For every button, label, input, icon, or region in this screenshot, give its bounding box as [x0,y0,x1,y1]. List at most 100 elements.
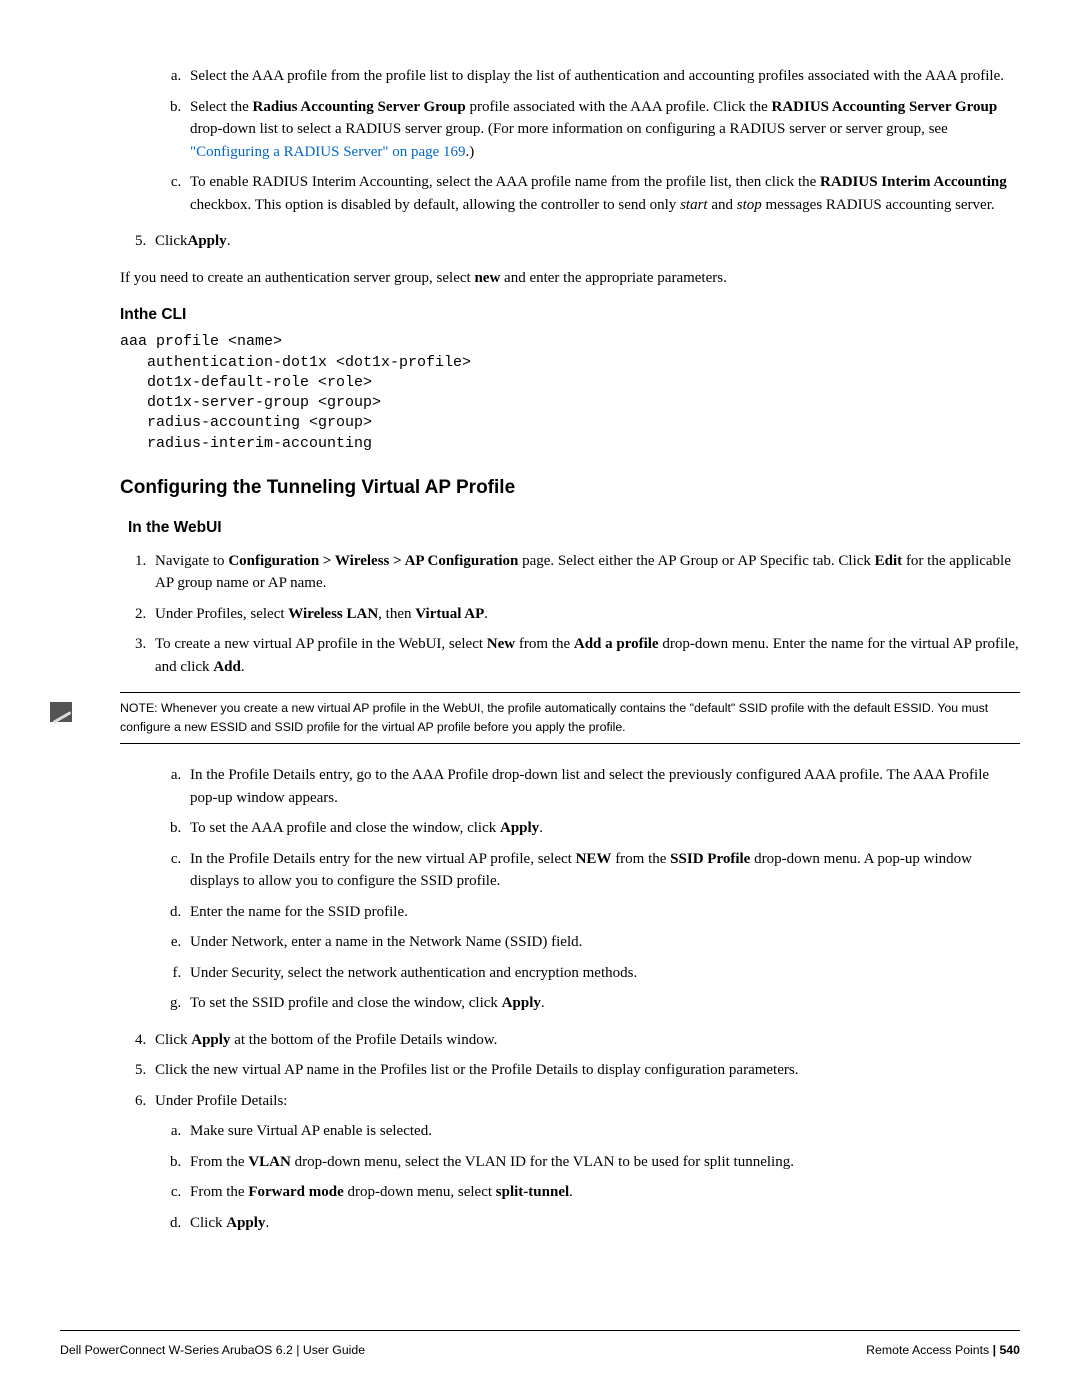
webui-substeps-1: In the Profile Details entry, go to the … [120,764,1020,1015]
t: Configuration > Wireless > AP Configurat… [228,553,518,569]
link-configuring-radius[interactable]: "Configuring a RADIUS Server" on page 16… [190,144,466,160]
t: split-tunnel [496,1184,569,1200]
t: page. Select either the AP Group or AP S… [518,553,874,569]
t: To create a new virtual AP profile in th… [155,636,487,652]
t: Apply [502,995,541,1011]
webui-step-4: Click Apply at the bottom of the Profile… [150,1029,1020,1052]
t: stop [737,197,762,213]
pencil-icon [50,702,72,722]
t: Remote Access Points [866,1343,992,1357]
t: To enable RADIUS Interim Accounting, sel… [190,174,820,190]
sub-e: Under Network, enter a name in the Netwo… [185,931,1020,954]
t: | [293,1343,303,1357]
sub-f: Under Security, select the network authe… [185,962,1020,985]
sub-g: To set the SSID profile and close the wi… [185,992,1020,1015]
t: From the [190,1154,248,1170]
t: To set the SSID profile and close the wi… [190,995,502,1011]
t: New [487,636,515,652]
sub-a: In the Profile Details entry, go to the … [185,764,1020,809]
t: To set the AAA profile and close the win… [190,820,500,836]
page-content: Select the AAA profile from the profile … [120,65,1020,1234]
t: from the [515,636,574,652]
t: NEW [576,851,612,867]
webui-step-6: Under Profile Details: [150,1090,1020,1113]
webui-substeps-6: Make sure Virtual AP enable is selected.… [120,1120,1020,1234]
sub6-d: Click Apply. [185,1212,1020,1235]
step-b: Select the Radius Accounting Server Grou… [185,96,1020,164]
text: Select the AAA profile from the profile … [190,68,1004,84]
t: . [569,1184,573,1200]
step-a: Select the AAA profile from the profile … [185,65,1020,88]
note-box: NOTE: Whenever you create a new virtual … [120,692,1020,744]
t: . [541,995,545,1011]
t: drop-down menu, select the VLAN ID for t… [291,1154,794,1170]
t: VLAN [248,1154,291,1170]
footer-left: Dell PowerConnect W-Series ArubaOS 6.2 |… [60,1341,365,1359]
webui-steps: Navigate to Configuration > Wireless > A… [120,550,1020,679]
t: Under Profiles, select [155,606,288,622]
t: Navigate to [155,553,228,569]
note-container: NOTE: Whenever you create a new virtual … [50,692,1020,744]
t: at the bottom of the Profile Details win… [230,1032,497,1048]
heading-vap-profile: Configuring the Tunneling Virtual AP Pro… [120,474,1020,503]
step-5: ClickApply. [150,230,1020,253]
t: Click [155,233,188,249]
t: If you need to create an authentication … [120,270,474,286]
sub6-a: Make sure Virtual AP enable is selected. [185,1120,1020,1143]
t: . [539,820,543,836]
webui-step-5: Click the new virtual AP name in the Pro… [150,1059,1020,1082]
webui-step-1: Navigate to Configuration > Wireless > A… [150,550,1020,595]
t: Dell PowerConnect W-Series ArubaOS 6.2 [60,1343,293,1357]
t: User Guide [303,1343,365,1357]
sub-b: To set the AAA profile and close the win… [185,817,1020,840]
t: In the Profile Details entry for the new… [190,851,576,867]
t: .) [466,144,475,160]
heading-in-the-cli: Inthe CLI [120,303,1020,326]
cli-block: aaa profile <name> authentication-dot1x … [120,332,1020,454]
t: RADIUS Interim Accounting [820,174,1007,190]
t: RADIUS Accounting Server Group [771,99,997,115]
steps-numeric-5: ClickApply. [120,230,1020,253]
t: start [680,197,708,213]
t: Apply [226,1215,265,1231]
footer-right: Remote Access Points | 540 [866,1341,1020,1359]
t: . [265,1215,269,1231]
webui-step-2: Under Profiles, select Wireless LAN, the… [150,603,1020,626]
webui-steps-cont: Click Apply at the bottom of the Profile… [120,1029,1020,1113]
t: Add a profile [574,636,659,652]
t: Apply [188,233,227,249]
heading-in-the-webui: In the WebUI [128,516,1020,539]
t: Edit [875,553,903,569]
step-c: To enable RADIUS Interim Accounting, sel… [185,171,1020,216]
t: checkbox. This option is disabled by def… [190,197,680,213]
t: Click [190,1215,226,1231]
t: . [241,659,245,675]
t: Click [155,1032,191,1048]
t: From the [190,1184,248,1200]
t: Add [213,659,241,675]
t: . [227,233,231,249]
sub6-b: From the VLAN drop-down menu, select the… [185,1151,1020,1174]
t: drop-down list to select a RADIUS server… [190,121,948,137]
sub6-c: From the Forward mode drop-down menu, se… [185,1181,1020,1204]
t: Apply [191,1032,230,1048]
webui-step-3: To create a new virtual AP profile in th… [150,633,1020,678]
t: new [474,270,500,286]
t: Radius Accounting Server Group [252,99,465,115]
t: , then [378,606,415,622]
t: Forward mode [248,1184,343,1200]
t: and enter the appropriate parameters. [500,270,727,286]
t: 540 [999,1343,1020,1357]
t: and [708,197,737,213]
t: Virtual AP [415,606,484,622]
page-footer: Dell PowerConnect W-Series ArubaOS 6.2 |… [60,1330,1020,1359]
t: profile associated with the AAA profile.… [466,99,772,115]
para-new-group: If you need to create an authentication … [120,267,1020,290]
steps-alpha-1: Select the AAA profile from the profile … [120,65,1020,216]
t: Wireless LAN [288,606,378,622]
t: from the [611,851,670,867]
sub-d: Enter the name for the SSID profile. [185,901,1020,924]
sub-c: In the Profile Details entry for the new… [185,848,1020,893]
t: . [484,606,488,622]
note-icon-cell [50,692,120,730]
